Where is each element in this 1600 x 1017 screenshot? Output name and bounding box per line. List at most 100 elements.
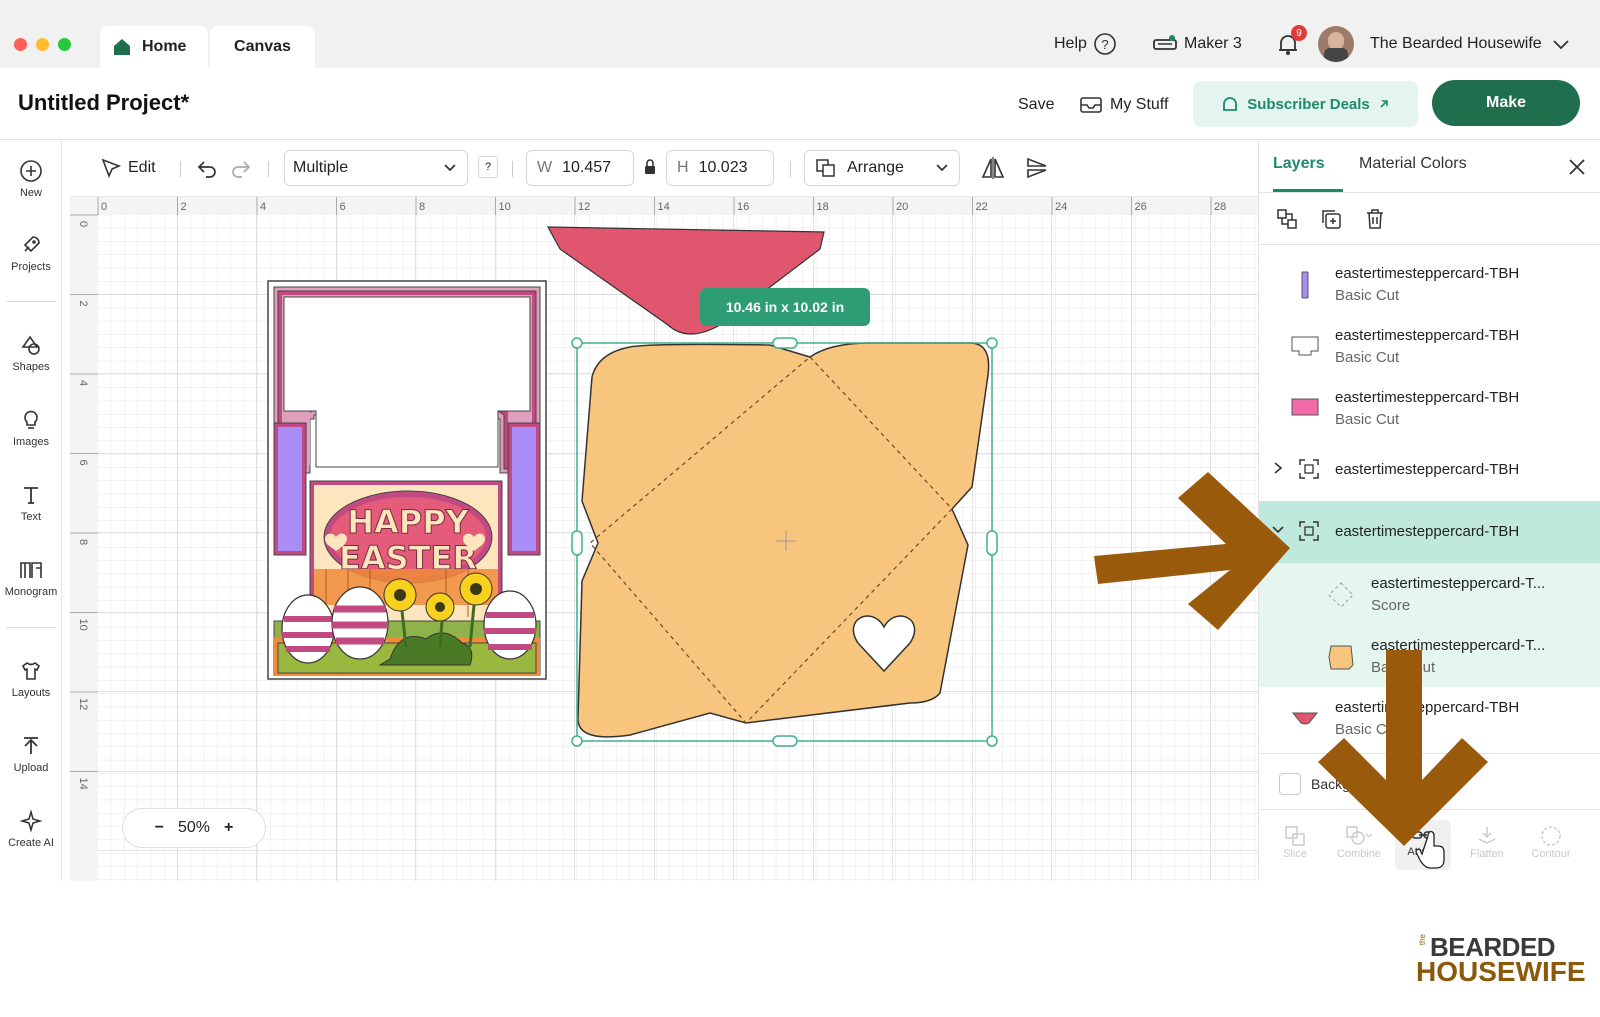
close-window-button[interactable] bbox=[14, 38, 27, 51]
dimension-tooltip: 10.46 in x 10.02 in bbox=[700, 288, 870, 326]
layer-row[interactable]: eastertimesteppercard-TBH Basic Cut bbox=[1259, 315, 1600, 377]
background-row[interactable]: Background bbox=[1279, 773, 1386, 795]
shirt-icon bbox=[21, 662, 41, 680]
inbox-icon bbox=[1080, 97, 1102, 113]
canvas-surface[interactable]: 0 2 4 6 8 10 12 14 16 18 20 22 24 26 28 02468101214 HA… bbox=[70, 197, 1258, 881]
ruler-top-label: 4 bbox=[260, 201, 266, 213]
user-menu[interactable]: The Bearded Housewife bbox=[1318, 26, 1570, 62]
tool-shapes[interactable]: Shapes bbox=[0, 333, 62, 373]
layer-row-child[interactable]: eastertimesteppercard-T... Score bbox=[1259, 563, 1600, 625]
operation-help-button[interactable]: ? bbox=[478, 156, 498, 178]
tab-home[interactable]: Home bbox=[100, 26, 208, 68]
tool-text[interactable]: Text bbox=[0, 483, 62, 523]
group-icon[interactable] bbox=[1275, 207, 1299, 231]
background-checkbox[interactable] bbox=[1279, 773, 1301, 795]
tool-monogram[interactable]: Monogram bbox=[0, 558, 62, 598]
contour-label: Contour bbox=[1531, 848, 1571, 860]
help-label: Help bbox=[1054, 35, 1087, 52]
active-tab-indicator bbox=[1273, 189, 1343, 192]
edit-path-icon bbox=[101, 158, 122, 179]
chevron-right-icon[interactable] bbox=[1273, 461, 1283, 475]
resize-handle-nw[interactable] bbox=[571, 337, 583, 349]
zoom-control: − 50% + bbox=[122, 808, 266, 848]
minimize-window-button[interactable] bbox=[36, 38, 49, 51]
divider bbox=[6, 627, 56, 628]
tab-material-colors[interactable]: Material Colors bbox=[1359, 155, 1467, 173]
attach-button[interactable]: Attach bbox=[1395, 820, 1451, 870]
flatten-label: Flatten bbox=[1470, 848, 1504, 860]
operation-select[interactable]: Multiple bbox=[284, 150, 468, 186]
height-value: 10.023 bbox=[698, 159, 748, 176]
home-icon bbox=[114, 39, 130, 55]
save-label: Save bbox=[1018, 96, 1055, 113]
subscriber-deals-label: Subscriber Deals bbox=[1247, 95, 1370, 113]
resize-handle-ne[interactable] bbox=[986, 337, 998, 349]
tool-new[interactable]: New bbox=[0, 159, 62, 199]
resize-handle-w[interactable] bbox=[571, 530, 583, 556]
notifications-button[interactable]: 9 bbox=[1275, 25, 1307, 60]
tool-create-ai[interactable]: Create AI bbox=[0, 809, 62, 849]
machine-selector[interactable]: Maker 3 bbox=[1152, 28, 1242, 60]
layer-row[interactable]: eastertimesteppercard-TBH Basic Cut bbox=[1259, 687, 1600, 749]
flip-horizontal-icon[interactable] bbox=[980, 155, 1006, 181]
layer-row[interactable]: eastertimesteppercard-TBH Basic Cut bbox=[1259, 253, 1600, 315]
zoom-out-button[interactable]: − bbox=[155, 819, 164, 837]
make-button[interactable]: Make bbox=[1432, 80, 1580, 126]
tab-canvas[interactable]: Canvas bbox=[210, 26, 315, 68]
maximize-window-button[interactable] bbox=[58, 38, 71, 51]
trash-icon[interactable] bbox=[1363, 207, 1387, 231]
duplicate-icon[interactable] bbox=[1319, 207, 1343, 231]
resize-handle-se[interactable] bbox=[986, 735, 998, 747]
chevron-down-icon[interactable] bbox=[1271, 525, 1285, 535]
tool-images[interactable]: Images bbox=[0, 408, 62, 448]
my-stuff-button[interactable]: My Stuff bbox=[1080, 88, 1168, 122]
layer-name: eastertimesteppercard-TBH bbox=[1335, 699, 1520, 716]
tag-icon bbox=[1223, 97, 1238, 111]
undo-icon[interactable] bbox=[196, 157, 218, 179]
combine-button[interactable]: Combine bbox=[1331, 824, 1387, 860]
layer-cut-type: Score bbox=[1371, 597, 1411, 614]
tool-projects[interactable]: Projects bbox=[0, 233, 62, 273]
tab-home-label: Home bbox=[142, 38, 187, 55]
edit-button[interactable]: Edit bbox=[100, 150, 156, 186]
redo-icon[interactable] bbox=[230, 157, 252, 179]
tool-layouts-label: Layouts bbox=[11, 687, 51, 699]
resize-handle-sw[interactable] bbox=[571, 735, 583, 747]
layer-name: eastertimesteppercard-TBH bbox=[1335, 461, 1520, 478]
tool-upload[interactable]: Upload bbox=[0, 734, 62, 774]
layer-group-row[interactable]: eastertimesteppercard-TBH bbox=[1259, 439, 1600, 501]
close-icon[interactable] bbox=[1567, 157, 1587, 177]
tool-text-label: Text bbox=[20, 511, 42, 523]
group-icon bbox=[1299, 521, 1319, 541]
width-field[interactable]: W 10.457 bbox=[526, 150, 634, 186]
tool-layouts[interactable]: Layouts bbox=[0, 659, 62, 699]
flatten-button[interactable]: Flatten bbox=[1459, 824, 1515, 860]
flip-vertical-icon[interactable] bbox=[1024, 155, 1050, 181]
design-canvas[interactable]: 0 2 4 6 8 10 12 14 16 18 20 22 24 26 28 0 2 4 6 8 10 12 14 HA… bbox=[70, 197, 1258, 881]
envelope-piece[interactable] bbox=[577, 342, 990, 738]
subscriber-deals-button[interactable]: Subscriber Deals bbox=[1193, 81, 1418, 127]
layer-group-row-selected[interactable]: eastertimesteppercard-TBH bbox=[1259, 501, 1600, 563]
ruler-left-label: 2 bbox=[77, 301, 89, 307]
lock-icon[interactable] bbox=[643, 158, 657, 176]
help-button[interactable]: Help ? bbox=[1054, 28, 1117, 60]
arrange-select[interactable]: Arrange bbox=[804, 150, 960, 186]
ruler-left-label: 12 bbox=[77, 698, 89, 710]
resize-handle-n[interactable] bbox=[772, 337, 798, 349]
score-line-thumbnail bbox=[1328, 582, 1354, 608]
layer-name: eastertimesteppercard-TBH bbox=[1335, 523, 1520, 540]
tab-canvas-label: Canvas bbox=[234, 38, 291, 55]
contour-button[interactable]: Contour bbox=[1523, 824, 1579, 860]
resize-handle-e[interactable] bbox=[986, 530, 998, 556]
stepper-card[interactable]: HAPPY EASTER bbox=[267, 280, 547, 680]
layer-row[interactable]: eastertimesteppercard-TBH Basic Cut bbox=[1259, 377, 1600, 439]
slice-button[interactable]: Slice bbox=[1267, 824, 1323, 860]
save-button[interactable]: Save bbox=[1018, 88, 1054, 122]
layer-row-child[interactable]: eastertimesteppercard-T... Basic Cut bbox=[1259, 625, 1600, 687]
height-field[interactable]: H 10.023 bbox=[666, 150, 774, 186]
zoom-in-button[interactable]: + bbox=[224, 819, 233, 837]
resize-handle-s[interactable] bbox=[772, 735, 798, 747]
tab-layers[interactable]: Layers bbox=[1273, 155, 1325, 173]
layer-name: eastertimesteppercard-TBH bbox=[1335, 327, 1520, 344]
divider bbox=[512, 161, 513, 177]
